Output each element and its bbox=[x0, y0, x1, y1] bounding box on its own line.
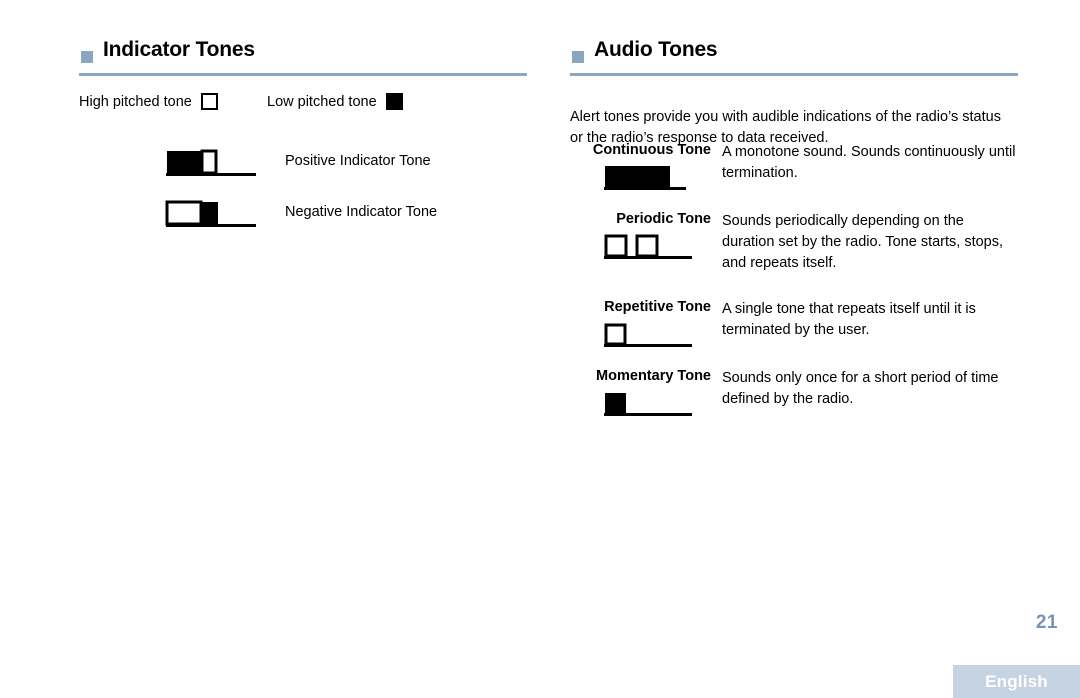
audio-tones-column: Audio Tones Alert tones provide you with… bbox=[570, 38, 1018, 416]
indicator-entry-positive: Positive Indicator Tone bbox=[79, 148, 527, 196]
indicator-label-negative: Negative Indicator Tone bbox=[285, 204, 438, 220]
manual-page: Indicator Tones High pitched tone Low pi… bbox=[0, 0, 1080, 698]
indicator-tones-heading: Indicator Tones bbox=[79, 38, 527, 78]
legend-item-low-pitch: Low pitched tone bbox=[267, 93, 403, 110]
tone-name-repetitive: Repetitive Tone bbox=[604, 299, 711, 315]
indicator-label-positive: Positive Indicator Tone bbox=[285, 153, 431, 169]
language-bar: English bbox=[953, 665, 1080, 698]
solid-square-icon bbox=[385, 93, 403, 110]
legend-label-high-pitch: High pitched tone bbox=[79, 93, 192, 110]
tone-description-continuous: A monotone sound. Sounds continuously un… bbox=[722, 144, 1016, 181]
tone-row: Repetitive Tone A single tone that repea… bbox=[570, 299, 1018, 347]
side-tab-title: Identifying Status Indicators bbox=[1072, 0, 1080, 72]
language-label: English bbox=[985, 672, 1048, 691]
audio-tones-title: Audio Tones bbox=[594, 38, 718, 61]
tone-description-periodic: Sounds periodically depending on the dur… bbox=[722, 213, 1004, 271]
page-number: 21 bbox=[1035, 612, 1058, 633]
section-bullet-icon bbox=[81, 51, 93, 63]
heading-divider bbox=[79, 73, 527, 76]
pitch-legend: High pitched tone Low pitched tone bbox=[79, 93, 527, 119]
tone-name-momentary: Momentary Tone bbox=[596, 368, 711, 384]
tone-row: Momentary Tone Sounds only once for a sh… bbox=[570, 368, 1018, 416]
tone-name-periodic: Periodic Tone bbox=[616, 211, 711, 227]
side-tab: Identifying Status Indicators bbox=[1032, 0, 1080, 452]
section-bullet-icon bbox=[572, 51, 584, 63]
tone-name-continuous: Continuous Tone bbox=[592, 142, 711, 158]
tone-row: Periodic Tone Sounds periodically depend… bbox=[570, 211, 1018, 271]
tone-row: Continuous Tone A monotone sound. Sounds… bbox=[570, 142, 1018, 190]
hollow-square-icon bbox=[200, 93, 218, 110]
tone-description-momentary: Sounds only once for a short period of t… bbox=[722, 370, 999, 407]
indicator-tones-column: Indicator Tones High pitched tone Low pi… bbox=[79, 38, 527, 227]
legend-label-low-pitch: Low pitched tone bbox=[267, 93, 377, 110]
heading-divider bbox=[570, 73, 1018, 76]
audio-tones-heading: Audio Tones bbox=[570, 38, 1018, 78]
indicator-entry-negative: Negative Indicator Tone bbox=[79, 199, 527, 247]
tone-description-repetitive: A single tone that repeats itself until … bbox=[722, 301, 976, 338]
page-title: Indicator Tones bbox=[103, 38, 255, 61]
legend-item-high-pitch: High pitched tone bbox=[79, 93, 218, 110]
